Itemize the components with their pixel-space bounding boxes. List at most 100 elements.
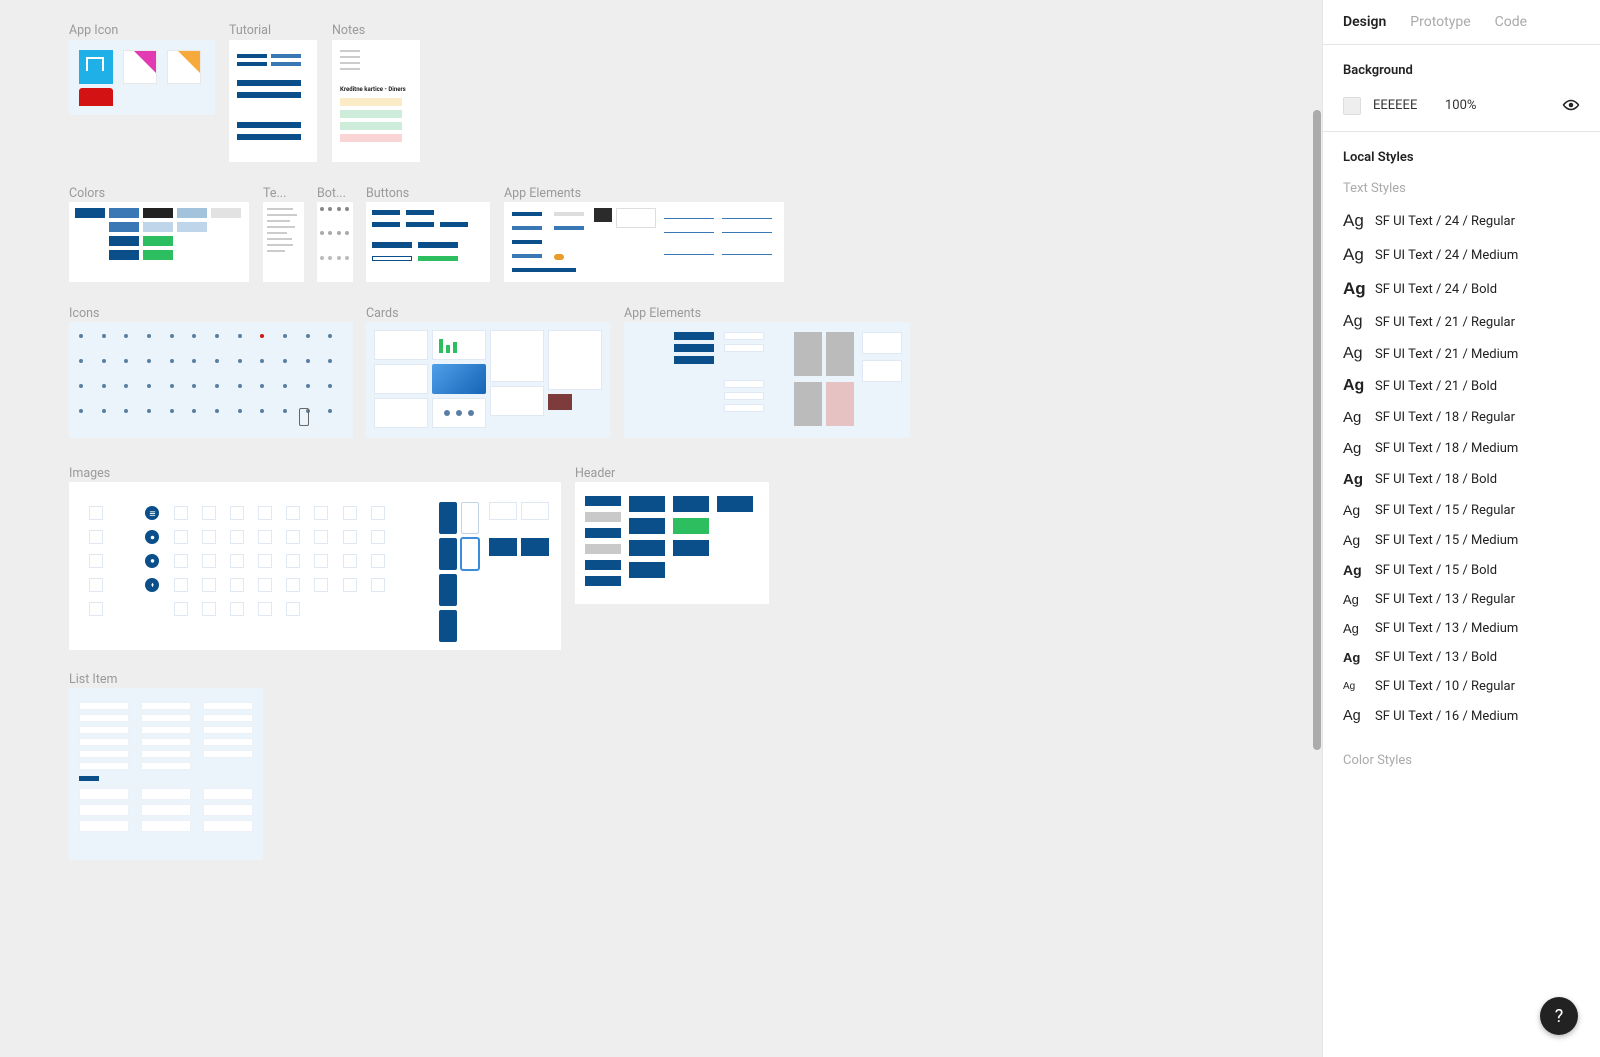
frame-label-tutorial: Tutorial	[229, 23, 271, 38]
text-style-label: SF UI Text / 18 / Regular	[1375, 410, 1515, 425]
text-style-sample: Ag	[1343, 245, 1365, 265]
local-styles-title: Local Styles	[1323, 132, 1600, 175]
frame-images[interactable]	[69, 482, 561, 650]
background-opacity[interactable]: 100%	[1445, 98, 1495, 113]
frame-cards[interactable]	[366, 322, 610, 438]
frame-icons[interactable]	[69, 322, 353, 438]
text-style-row[interactable]: Ag SF UI Text / 24 / Bold	[1323, 272, 1600, 306]
background-row: EEEEEE 100%	[1323, 88, 1600, 132]
text-style-sample: Ag	[1343, 440, 1365, 457]
background-hex[interactable]: EEEEEE	[1373, 98, 1433, 113]
text-style-row[interactable]: Ag SF UI Text / 13 / Bold	[1323, 643, 1600, 672]
text-style-row[interactable]: Ag SF UI Text / 24 / Medium	[1323, 238, 1600, 272]
text-style-label: SF UI Text / 13 / Medium	[1375, 621, 1518, 636]
canvas-scrollbar[interactable]	[1312, 0, 1322, 1057]
text-style-sample: Ag	[1343, 532, 1365, 548]
text-style-label: SF UI Text / 18 / Bold	[1375, 472, 1497, 487]
text-style-row[interactable]: Ag SF UI Text / 18 / Regular	[1323, 402, 1600, 433]
frame-list-item[interactable]	[69, 688, 263, 860]
text-style-row[interactable]: Ag SF UI Text / 21 / Regular	[1323, 306, 1600, 338]
tab-prototype[interactable]: Prototype	[1410, 14, 1470, 30]
text-style-sample: Ag	[1343, 502, 1365, 518]
text-style-label: SF UI Text / 18 / Medium	[1375, 441, 1518, 456]
color-styles-subtitle: Color Styles	[1323, 741, 1600, 788]
text-style-label: SF UI Text / 16 / Medium	[1375, 709, 1518, 724]
text-style-row[interactable]: Ag SF UI Text / 18 / Medium	[1323, 433, 1600, 464]
background-swatch[interactable]	[1343, 97, 1361, 115]
text-style-row[interactable]: Ag SF UI Text / 18 / Bold	[1323, 464, 1600, 495]
frame-buttons[interactable]	[366, 202, 490, 282]
frame-label-icons: Icons	[69, 306, 99, 321]
tab-design[interactable]: Design	[1343, 14, 1386, 30]
text-style-sample: Ag	[1343, 621, 1365, 636]
visibility-toggle-icon[interactable]	[1562, 96, 1580, 115]
text-style-sample: Ag	[1343, 708, 1365, 724]
text-style-label: SF UI Text / 21 / Bold	[1375, 379, 1497, 394]
frame-label-bot: Bot...	[317, 186, 346, 201]
text-style-sample: Ag	[1343, 279, 1365, 299]
frame-label-colors: Colors	[69, 186, 105, 201]
text-style-row[interactable]: Ag SF UI Text / 10 / Regular	[1323, 672, 1600, 701]
text-style-label: SF UI Text / 13 / Regular	[1375, 592, 1515, 607]
frame-app-icon[interactable]	[69, 40, 215, 115]
text-style-label: SF UI Text / 24 / Medium	[1375, 248, 1518, 263]
properties-panel: Design Prototype Code Background EEEEEE …	[1322, 0, 1600, 1057]
text-style-label: SF UI Text / 15 / Medium	[1375, 533, 1518, 548]
text-style-label: SF UI Text / 15 / Bold	[1375, 563, 1497, 578]
text-style-sample: Ag	[1343, 345, 1365, 363]
text-style-sample: Ag	[1343, 471, 1365, 488]
frame-label-te: Te...	[263, 186, 286, 201]
text-styles-subtitle: Text Styles	[1323, 175, 1600, 200]
text-style-label: SF UI Text / 15 / Regular	[1375, 503, 1515, 518]
background-section-title: Background	[1323, 45, 1600, 88]
frame-label-app-icon: App Icon	[69, 23, 118, 38]
text-style-row[interactable]: Ag SF UI Text / 15 / Regular	[1323, 495, 1600, 525]
panel-tabs: Design Prototype Code	[1323, 0, 1600, 45]
frame-label-buttons: Buttons	[366, 186, 409, 201]
text-style-label: SF UI Text / 21 / Regular	[1375, 315, 1515, 330]
text-style-sample: Ag	[1343, 409, 1365, 426]
frame-label-app-el2: App Elements	[624, 306, 701, 321]
text-style-sample: Ag	[1343, 377, 1365, 395]
text-style-row[interactable]: Ag SF UI Text / 13 / Medium	[1323, 614, 1600, 643]
text-style-list: Ag SF UI Text / 24 / Regular Ag SF UI Text …	[1323, 200, 1600, 741]
text-style-label: SF UI Text / 21 / Medium	[1375, 347, 1518, 362]
frame-tutorial[interactable]	[229, 40, 317, 162]
text-style-row[interactable]: Ag SF UI Text / 13 / Regular	[1323, 585, 1600, 614]
text-style-row[interactable]: Ag SF UI Text / 15 / Medium	[1323, 525, 1600, 555]
frame-bot[interactable]	[317, 202, 353, 282]
frame-label-cards: Cards	[366, 306, 399, 321]
text-style-sample: Ag	[1343, 562, 1365, 578]
text-style-row[interactable]: Ag SF UI Text / 21 / Medium	[1323, 338, 1600, 370]
frame-label-header: Header	[575, 466, 615, 481]
frame-notes[interactable]: Kreditne kartice - Diners	[332, 40, 420, 162]
tab-code[interactable]: Code	[1495, 14, 1527, 30]
frame-colors[interactable]	[69, 202, 249, 282]
text-style-sample: Ag	[1343, 313, 1365, 331]
frame-app-elements-2[interactable]	[624, 322, 910, 438]
text-style-sample: Ag	[1343, 650, 1365, 665]
text-style-label: SF UI Text / 13 / Bold	[1375, 650, 1497, 665]
frame-typography[interactable]	[263, 202, 304, 282]
notes-heading: Kreditne kartice - Diners	[340, 86, 412, 93]
frame-label-notes: Notes	[332, 23, 365, 38]
frame-app-elements-1[interactable]	[504, 202, 784, 282]
help-button[interactable]: ?	[1540, 997, 1578, 1035]
frame-label-app-el1: App Elements	[504, 186, 581, 201]
text-style-label: SF UI Text / 24 / Bold	[1375, 282, 1497, 297]
text-style-row[interactable]: Ag SF UI Text / 16 / Medium	[1323, 701, 1600, 731]
text-style-label: SF UI Text / 24 / Regular	[1375, 214, 1515, 229]
design-canvas[interactable]: App Icon Tutorial Notes Kreditne kartice…	[0, 0, 1322, 1057]
text-style-row[interactable]: Ag SF UI Text / 15 / Bold	[1323, 555, 1600, 585]
text-style-row[interactable]: Ag SF UI Text / 21 / Bold	[1323, 370, 1600, 402]
text-style-sample: Ag	[1343, 681, 1365, 692]
frame-label-list-item: List Item	[69, 672, 118, 687]
frame-header[interactable]	[575, 482, 769, 604]
help-icon: ?	[1555, 1006, 1564, 1027]
text-style-row[interactable]: Ag SF UI Text / 24 / Regular	[1323, 204, 1600, 238]
text-style-label: SF UI Text / 10 / Regular	[1375, 679, 1515, 694]
frame-label-images: Images	[69, 466, 110, 481]
text-style-sample: Ag	[1343, 592, 1365, 607]
text-style-sample: Ag	[1343, 211, 1365, 231]
scrollbar-thumb[interactable]	[1313, 110, 1321, 750]
